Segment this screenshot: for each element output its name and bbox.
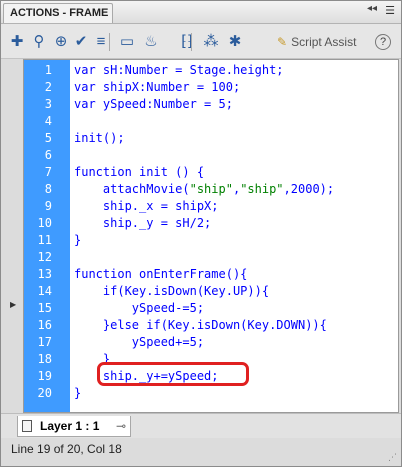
script-navigator-collapse-handle[interactable]: ▶: [1, 59, 19, 414]
help-icon[interactable]: ?: [375, 34, 391, 50]
code-line[interactable]: 20}: [24, 385, 398, 402]
code-hint-icon[interactable]: ▭: [117, 32, 137, 52]
panel-title-bar: ACTIONS - FRAME ◂◂ ☰: [1, 1, 401, 24]
code-text[interactable]: }: [74, 232, 81, 249]
code-line[interactable]: 13 function onEnterFrame(){: [24, 266, 398, 283]
target-path-icon[interactable]: ⊕: [51, 32, 71, 52]
code-line[interactable]: 19 ship._y+=ySpeed;: [24, 368, 398, 385]
code-line[interactable]: 8 attachMovie("ship","ship",2000);: [24, 181, 398, 198]
line-number: 15: [37, 301, 52, 315]
code-line[interactable]: 1 var sH:Number = Stage.height;: [24, 62, 398, 79]
code-line[interactable]: 10 ship._y = sH/2;: [24, 215, 398, 232]
code-text[interactable]: init();: [74, 130, 125, 147]
line-number: 16: [37, 318, 52, 332]
code-line[interactable]: 6: [24, 147, 398, 164]
line-number: 2: [44, 80, 52, 94]
magic-wand-icon: ✎: [277, 35, 288, 49]
code-text[interactable]: ship._y = sH/2;: [74, 215, 211, 232]
line-number: 1: [44, 63, 52, 77]
line-number: 20: [37, 386, 52, 400]
cursor-position-status: Line 19 of 20, Col 18: [11, 442, 122, 456]
script-assist-button[interactable]: ✎ Script Assist: [277, 32, 356, 52]
panel-title[interactable]: ACTIONS - FRAME: [3, 3, 113, 23]
code-line[interactable]: 12: [24, 249, 398, 266]
expand-arrow-icon[interactable]: ▶: [10, 300, 16, 310]
toolbar-separator: [191, 33, 192, 51]
code-text[interactable]: if(Key.isDown(Key.UP)){: [74, 283, 269, 300]
layer-icon: [22, 420, 32, 432]
status-bar: Line 19 of 20, Col 18 ⋰: [1, 438, 401, 466]
add-script-item-icon[interactable]: ✚: [7, 32, 27, 52]
line-number: 5: [44, 131, 52, 145]
resize-grip-icon[interactable]: ⋰: [388, 452, 397, 463]
line-number: 9: [44, 199, 52, 213]
code-text[interactable]: var ySpeed:Number = 5;: [74, 96, 233, 113]
code-text[interactable]: ySpeed+=5;: [74, 334, 204, 351]
panel-menu-icon[interactable]: ☰: [383, 5, 397, 17]
code-text[interactable]: attachMovie("ship","ship",2000);: [74, 181, 334, 198]
code-line[interactable]: 18 }: [24, 351, 398, 368]
code-line[interactable]: 7 function init () {: [24, 164, 398, 181]
code-line[interactable]: 4: [24, 113, 398, 130]
code-text[interactable]: ship._x = shipX;: [74, 198, 219, 215]
line-number: 19: [37, 369, 52, 383]
code-text[interactable]: function init () {: [74, 164, 204, 181]
code-text[interactable]: }else if(Key.isDown(Key.DOWN)){: [74, 317, 327, 334]
code-text[interactable]: var sH:Number = Stage.height;: [74, 62, 284, 79]
check-syntax-icon[interactable]: ✔: [71, 32, 91, 52]
line-number: 12: [37, 250, 52, 264]
string-literal: "ship": [189, 182, 233, 196]
collapse-icon[interactable]: ◂◂: [365, 3, 379, 15]
code-line[interactable]: 9 ship._x = shipX;: [24, 198, 398, 215]
collapse-between-braces-icon[interactable]: ⁅⁆: [177, 32, 197, 52]
line-number: 8: [44, 182, 52, 196]
actions-toolbar: ✚ ⚲ ⊕ ✔ ≡ ▭ ♨ ⁅⁆ ⁂ ✱ ✎ Script Assist ?: [1, 24, 401, 59]
expand-all-icon[interactable]: ✱: [225, 32, 245, 52]
code-line[interactable]: 11}: [24, 232, 398, 249]
line-number: 17: [37, 335, 52, 349]
code-text[interactable]: }: [74, 385, 81, 402]
layer-tab-bar: Layer 1 : 1 ⊸: [1, 413, 401, 438]
line-number: 6: [44, 148, 52, 162]
line-number: 10: [37, 216, 52, 230]
code-line[interactable]: 15 ySpeed-=5;: [24, 300, 398, 317]
line-number: 18: [37, 352, 52, 366]
auto-format-icon[interactable]: ≡: [91, 32, 111, 52]
string-literal: "ship": [240, 182, 284, 196]
debug-options-icon[interactable]: ♨: [141, 32, 161, 52]
layer-tab-label: Layer 1 : 1: [40, 419, 100, 433]
script-assist-label: Script Assist: [291, 35, 357, 49]
line-number: 7: [44, 165, 52, 179]
toolbar-separator: [109, 33, 110, 51]
actions-panel: ACTIONS - FRAME ◂◂ ☰ ✚ ⚲ ⊕ ✔ ≡ ▭ ♨ ⁅⁆ ⁂ ✱ ✎ Script…: [0, 0, 402, 467]
code-text[interactable]: var shipX:Number = 100;: [74, 79, 240, 96]
code-line[interactable]: 17 ySpeed+=5;: [24, 334, 398, 351]
line-number: 4: [44, 114, 52, 128]
find-icon[interactable]: ⚲: [29, 32, 49, 52]
code-line[interactable]: 5 init();: [24, 130, 398, 147]
layer-tab[interactable]: Layer 1 : 1 ⊸: [17, 416, 131, 437]
code-text[interactable]: ySpeed-=5;: [74, 300, 204, 317]
line-number: 3: [44, 97, 52, 111]
code-line[interactable]: 3 var ySpeed:Number = 5;: [24, 96, 398, 113]
code-line[interactable]: 2 var shipX:Number = 100;: [24, 79, 398, 96]
collapse-selection-icon[interactable]: ⁂: [201, 32, 221, 52]
code-editor[interactable]: 1 var sH:Number = Stage.height; 2 var shipX…: [23, 59, 399, 413]
line-number: 13: [37, 267, 52, 281]
code-line[interactable]: 14 if(Key.isDown(Key.UP)){: [24, 283, 398, 300]
code-text[interactable]: ship._y+=ySpeed;: [74, 368, 219, 385]
line-number: 14: [37, 284, 52, 298]
line-number: 11: [37, 233, 52, 247]
code-line[interactable]: 16 }else if(Key.isDown(Key.DOWN)){: [24, 317, 398, 334]
code-text[interactable]: function onEnterFrame(){: [74, 266, 247, 283]
pin-script-icon[interactable]: ⊸: [116, 419, 126, 433]
code-text[interactable]: }: [74, 351, 110, 368]
